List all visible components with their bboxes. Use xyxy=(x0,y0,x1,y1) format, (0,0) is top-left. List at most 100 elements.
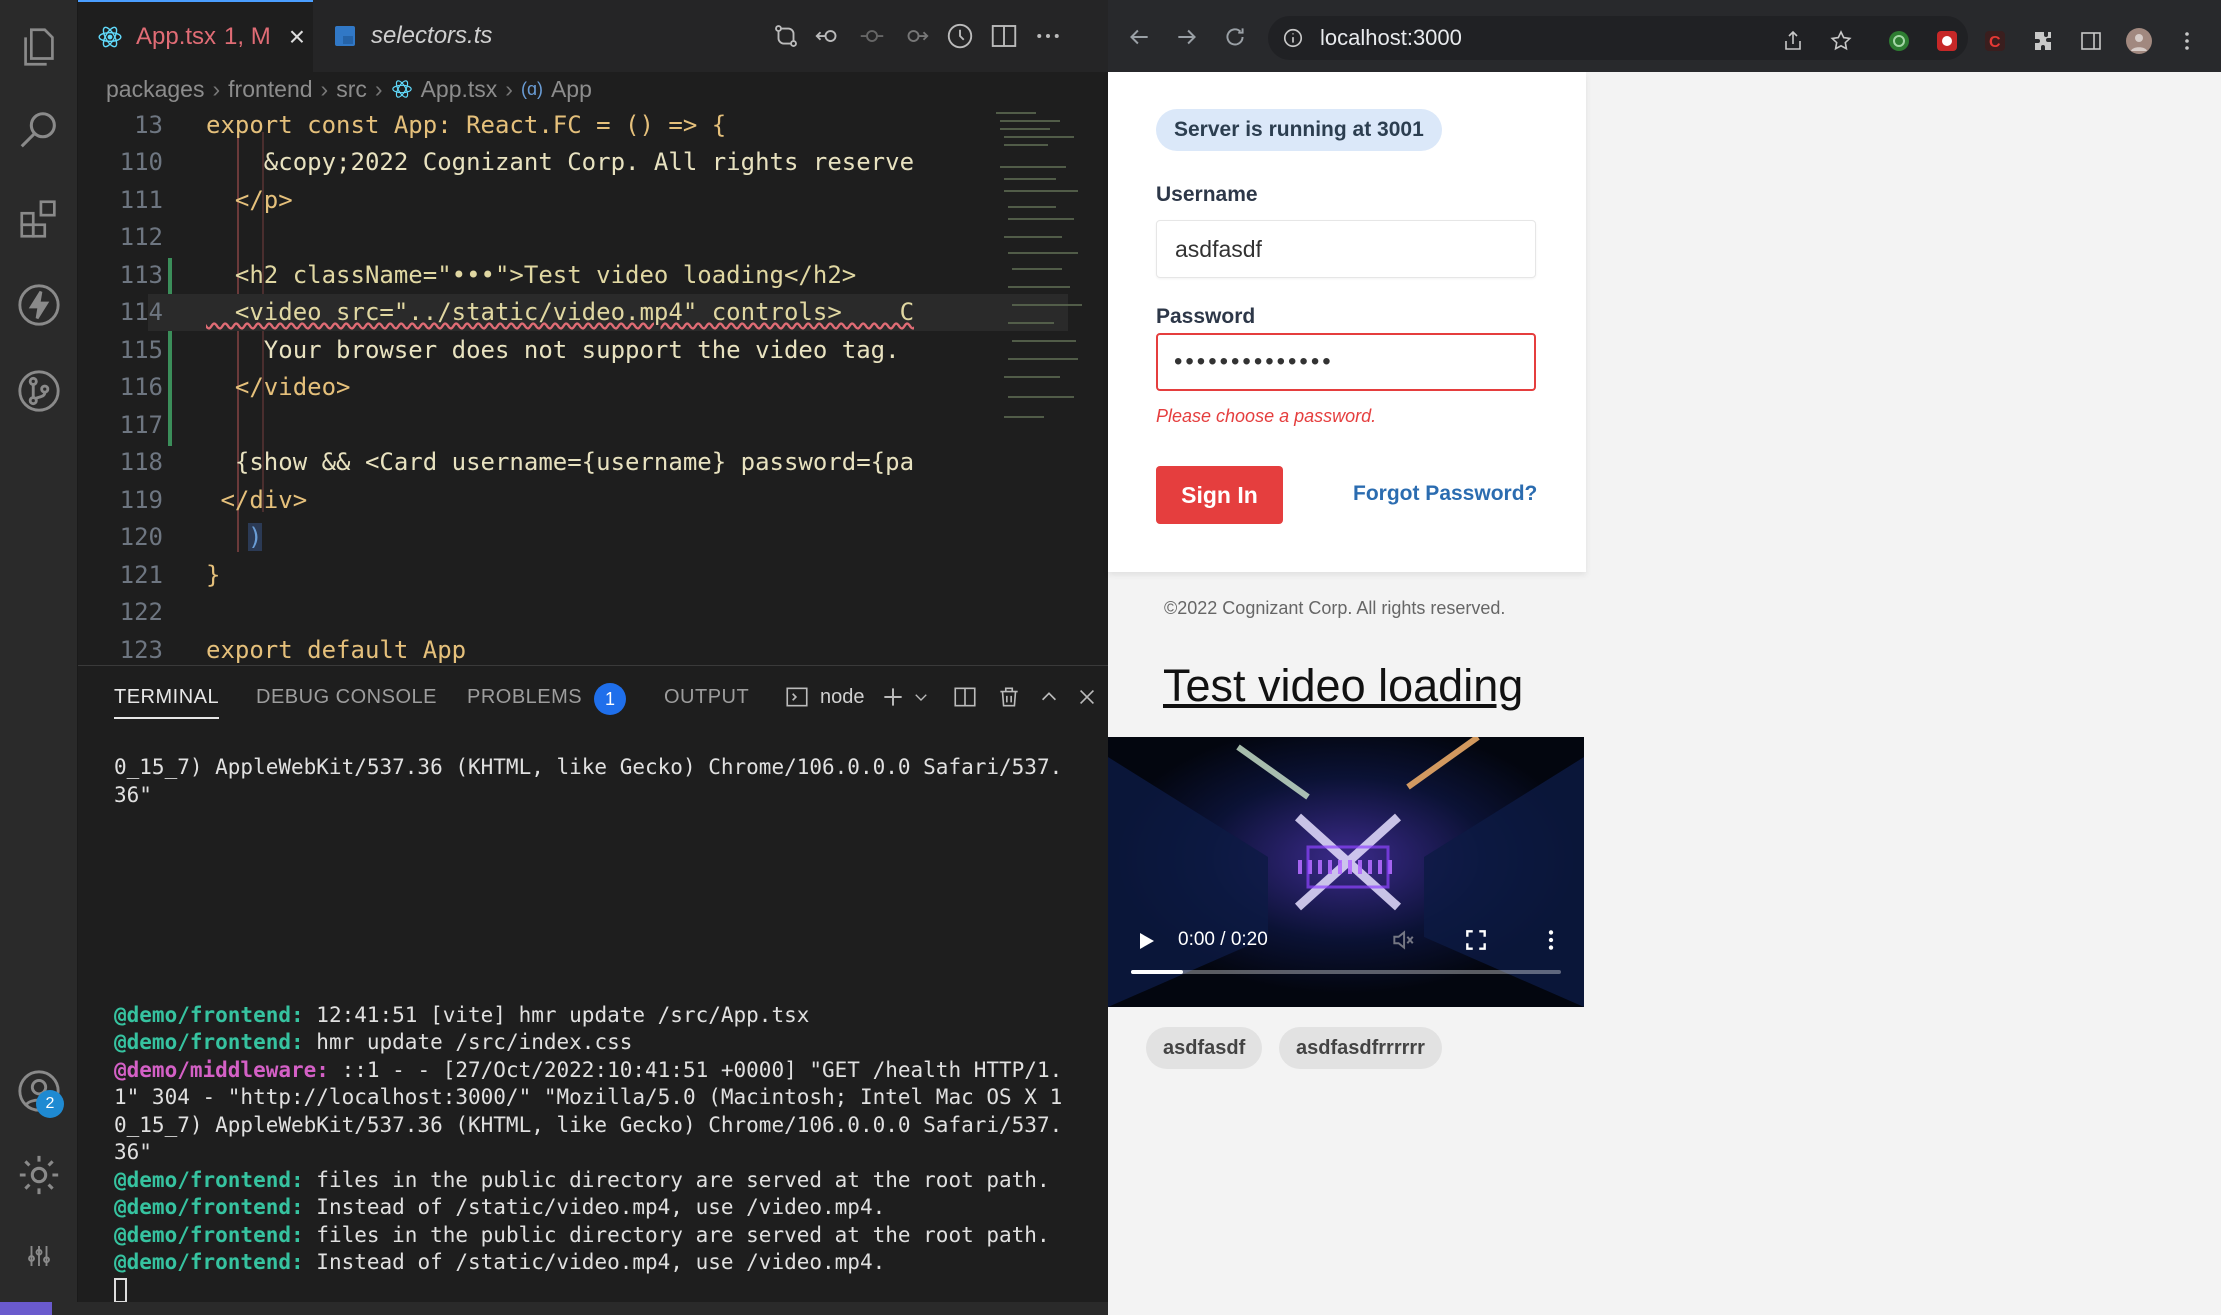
browser-toolbar: localhost:3000 C xyxy=(1108,0,2221,72)
password-input[interactable] xyxy=(1156,333,1536,391)
password-label: Password xyxy=(1156,305,1256,328)
breadcrumb-item[interactable]: src xyxy=(336,76,367,103)
tab-app-tsx[interactable]: App.tsx 1, M × xyxy=(78,0,313,72)
close-icon[interactable]: × xyxy=(289,21,305,53)
video-progress-bar[interactable] xyxy=(1131,970,1561,974)
back-icon[interactable] xyxy=(1124,22,1154,52)
close-icon[interactable] xyxy=(1076,682,1098,712)
extension-red-icon[interactable] xyxy=(1934,28,1960,54)
tab-debug-console[interactable]: DEBUG CONSOLE xyxy=(256,686,437,709)
password-chip: asdfasdfrrrrrr xyxy=(1279,1027,1442,1069)
trash-icon[interactable] xyxy=(996,682,1022,712)
info-icon[interactable] xyxy=(1282,27,1304,49)
minimap[interactable] xyxy=(992,106,1088,456)
activity-bar: 2 xyxy=(0,0,78,1315)
breadcrumb-item[interactable]: App.tsx xyxy=(421,76,498,103)
timeline-icon[interactable] xyxy=(942,18,978,54)
terminal-output[interactable]: 0_15_7) AppleWebKit/537.36 (KHTML, like … xyxy=(114,754,1104,1304)
split-editor-icon[interactable] xyxy=(986,18,1022,54)
go-forward-icon[interactable] xyxy=(898,18,934,54)
tab-output[interactable]: OUTPUT xyxy=(664,686,749,709)
breadcrumb-item[interactable]: packages xyxy=(106,76,204,103)
react-icon xyxy=(391,78,413,100)
code-text: <h2 className="•••">Test video loading</… xyxy=(206,260,857,289)
address-bar[interactable]: localhost:3000 xyxy=(1268,16,1968,60)
terminal-dropdown[interactable]: node xyxy=(820,686,865,709)
play-icon[interactable] xyxy=(1134,929,1158,953)
search-icon[interactable] xyxy=(14,106,64,156)
source-control-icon[interactable] xyxy=(14,366,64,416)
code-line: 113 <h2 className="•••">Test video loadi… xyxy=(78,256,1078,294)
code-line-active: 114 <video src="../static/video.mp4" con… xyxy=(120,293,1068,331)
username-input[interactable] xyxy=(1156,220,1536,278)
extension-c-icon[interactable]: C xyxy=(1982,28,2008,54)
terminal-line: @demo/middleware: ::1 - - [27/Oct/2022:1… xyxy=(114,1057,1104,1085)
compare-changes-icon[interactable] xyxy=(768,18,804,54)
video-time: 0:00 / 0:20 xyxy=(1178,929,1268,950)
plus-icon[interactable] xyxy=(880,682,906,712)
extension-green-icon[interactable] xyxy=(1886,28,1912,54)
terminal-text: 36" xyxy=(114,782,152,807)
breadcrumb-item[interactable]: App xyxy=(551,76,592,103)
web-page: Server is running at 3001 Username Passw… xyxy=(1108,72,2221,1315)
terminal-text: Instead of /static/video.mp4, use /video… xyxy=(303,1250,886,1274)
profile-avatar[interactable] xyxy=(2126,28,2152,54)
gear-icon[interactable] xyxy=(14,1150,64,1200)
side-panel-icon[interactable] xyxy=(2078,28,2104,54)
tab-selectors-ts[interactable]: selectors.ts xyxy=(313,0,523,72)
remote-indicator[interactable] xyxy=(0,1302,52,1315)
volume-icon[interactable] xyxy=(1390,927,1416,953)
puzzle-icon[interactable] xyxy=(2030,28,2056,54)
chevron-up-icon[interactable] xyxy=(1038,682,1060,712)
split-terminal-icon[interactable] xyxy=(952,682,978,712)
video-frame xyxy=(1108,737,1584,1007)
line-number: 119 xyxy=(119,485,163,514)
breadcrumb-item[interactable]: frontend xyxy=(228,76,312,103)
chevron-right-icon: › xyxy=(212,75,221,102)
video-player[interactable]: 0:00 / 0:20 xyxy=(1108,737,1584,1007)
code-line: 110 &copy;2022 Cognizant Corp. All right… xyxy=(78,144,1078,182)
forward-icon[interactable] xyxy=(1172,22,1202,52)
more-actions-icon[interactable] xyxy=(1030,18,1066,54)
bottom-panel: TERMINAL DEBUG CONSOLE PROBLEMS 1 OUTPUT… xyxy=(78,665,1108,1315)
share-icon[interactable] xyxy=(1780,28,1806,54)
tab-status: 1, M xyxy=(224,23,271,50)
terminal-text: 36" xyxy=(114,1140,152,1164)
forgot-password-link[interactable]: Forgot Password? xyxy=(1353,482,1537,506)
browser-menu-icon[interactable] xyxy=(2174,28,2200,54)
extensions-icon[interactable] xyxy=(14,194,64,244)
code-text: {show && <Card username={username} passw… xyxy=(206,448,915,477)
code-line: 117 xyxy=(78,406,1078,444)
code-editor[interactable]: 13 export const App: React.FC = () => { … xyxy=(78,106,1078,666)
more-options-icon[interactable] xyxy=(1538,927,1564,953)
sliders-icon[interactable] xyxy=(14,1238,64,1274)
tab-terminal[interactable]: TERMINAL xyxy=(114,686,220,719)
terminal-line: @demo/frontend: Instead of /static/video… xyxy=(114,1249,1104,1277)
fullscreen-icon[interactable] xyxy=(1463,927,1489,953)
terminal-prompt[interactable] xyxy=(114,1277,1104,1305)
code-line: 119 </div> xyxy=(78,481,1078,519)
tab-problems[interactable]: PROBLEMS xyxy=(467,686,582,709)
line-number: 122 xyxy=(119,598,163,627)
terminal-line: @demo/frontend: files in the public dire… xyxy=(114,1167,1104,1195)
svg-text:C: C xyxy=(1989,34,2001,51)
code-text: Your browser does not support the video … xyxy=(206,335,900,364)
sign-in-button[interactable]: Sign In xyxy=(1156,466,1283,524)
code-line: 123 export default App xyxy=(78,631,1078,666)
user-chip: asdfasdf xyxy=(1146,1027,1263,1069)
go-back-icon[interactable] xyxy=(810,18,846,54)
editor-scrollbar[interactable] xyxy=(1082,106,1092,666)
copyright-text: ©2022 Cognizant Corp. All rights reserve… xyxy=(1164,598,1506,618)
lightning-icon[interactable] xyxy=(14,280,64,330)
line-number: 118 xyxy=(119,448,163,477)
reload-icon[interactable] xyxy=(1220,22,1250,52)
status-bar xyxy=(0,1302,1108,1315)
star-icon[interactable] xyxy=(1828,28,1854,54)
terminal-prefix: @demo/frontend: xyxy=(114,1195,304,1219)
chevron-down-icon[interactable] xyxy=(912,682,930,712)
files-icon[interactable] xyxy=(14,22,64,72)
dot-icon[interactable] xyxy=(854,18,890,54)
code-line: 116 </video> xyxy=(78,369,1078,407)
